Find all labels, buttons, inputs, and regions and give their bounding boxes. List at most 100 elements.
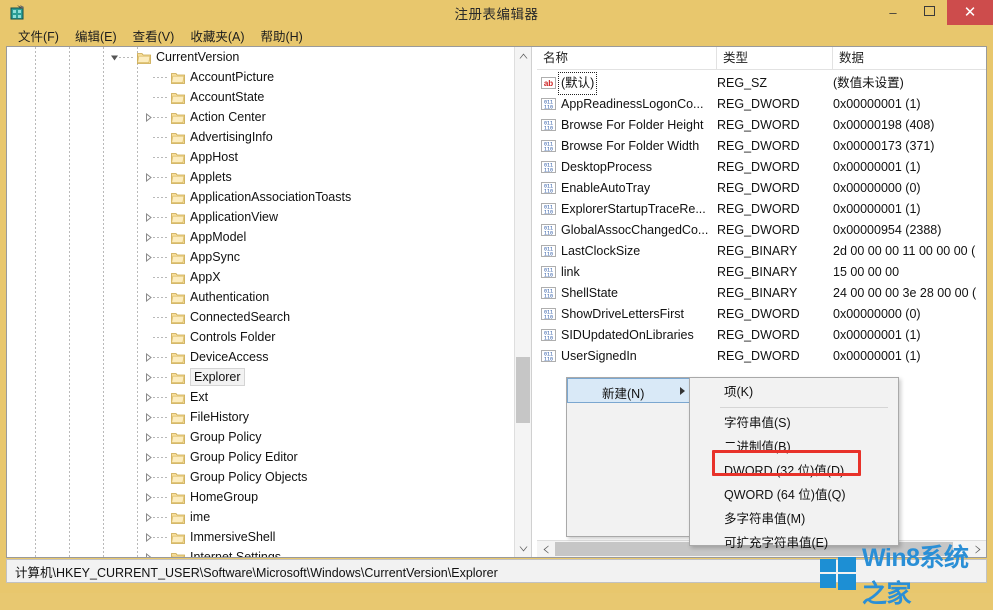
chevron-right-icon[interactable]	[144, 352, 153, 363]
svg-text:110: 110	[544, 147, 553, 153]
chevron-right-icon[interactable]	[144, 412, 153, 423]
chevron-right-icon[interactable]	[144, 172, 153, 183]
tree-item-controls-folder[interactable]: Controls Folder	[7, 327, 514, 347]
table-row[interactable]: 011 110 Browse For Folder Height REG_DWORD 0…	[537, 115, 986, 136]
tree-item-homegroup[interactable]: HomeGroup	[7, 487, 514, 507]
table-row[interactable]: 011 110 EnableAutoTray REG_DWORD 0x00000000 …	[537, 178, 986, 199]
tree-item-applicationassociationtoasts[interactable]: ApplicationAssociationToasts	[7, 187, 514, 207]
chevron-right-icon[interactable]	[144, 252, 153, 263]
menu-file[interactable]: 文件(F)	[10, 24, 67, 47]
table-row[interactable]: 011 110 ShellState REG_BINARY 24 00 00 00 3e…	[537, 283, 986, 304]
tree-item-authentication[interactable]: Authentication	[7, 287, 514, 307]
table-row[interactable]: 011 110 ShowDriveLettersFirst REG_DWORD 0x00…	[537, 304, 986, 325]
site-watermark: Win8系统之家	[820, 544, 988, 608]
menu-view[interactable]: 查看(V)	[125, 24, 183, 47]
tree-item-apphost[interactable]: AppHost	[7, 147, 514, 167]
value-name-cell: Browse For Folder Height	[561, 118, 704, 132]
tree-item-accountstate[interactable]: AccountState	[7, 87, 514, 107]
scroll-up-icon[interactable]	[515, 47, 531, 64]
scroll-down-icon[interactable]	[515, 540, 531, 557]
table-row[interactable]: 011 110 LastClockSize REG_BINARY 2d 00 00 00…	[537, 241, 986, 262]
maximize-button[interactable]	[911, 0, 947, 25]
minimize-button[interactable]: –	[875, 0, 911, 25]
tree-item-appmodel[interactable]: AppModel	[7, 227, 514, 247]
column-header-data[interactable]: 数据	[833, 47, 986, 69]
tree-scrollbar-thumb[interactable]	[516, 357, 530, 423]
chevron-right-icon[interactable]	[144, 512, 153, 523]
svg-text:110: 110	[544, 315, 553, 321]
tree-item-advertisinginfo[interactable]: AdvertisingInfo	[7, 127, 514, 147]
tree-item-immersiveshell[interactable]: ImmersiveShell	[7, 527, 514, 547]
value-type-cell: REG_DWORD	[717, 223, 800, 237]
chevron-right-icon[interactable]	[144, 212, 153, 223]
chevron-right-icon[interactable]	[144, 492, 153, 503]
table-row[interactable]: 011 110 Browse For Folder Width REG_DWORD 0x…	[537, 136, 986, 157]
window-title: 注册表编辑器	[454, 7, 539, 22]
tree-item-accountpicture[interactable]: AccountPicture	[7, 67, 514, 87]
tree-item-internet-settings[interactable]: Internet Settings	[7, 547, 514, 557]
table-row[interactable]: 011 110 ExplorerStartupTraceRe... REG_DWORD…	[537, 199, 986, 220]
table-row[interactable]: 011 110 GlobalAssocChangedCo... REG_DWORD 0x…	[537, 220, 986, 241]
submenu-item-key[interactable]: 项(K)	[691, 380, 898, 404]
context-menu-item-new[interactable]: 新建(N)	[567, 378, 695, 403]
tree-item-applets[interactable]: Applets	[7, 167, 514, 187]
table-row[interactable]: 011 110 AppReadinessLogonCo... REG_DWORD 0x0…	[537, 94, 986, 115]
context-menu[interactable]: 新建(N)	[566, 377, 696, 537]
chevron-right-icon[interactable]	[144, 112, 153, 123]
menu-edit[interactable]: 编辑(E)	[67, 24, 125, 47]
chevron-right-icon[interactable]	[144, 452, 153, 463]
table-row[interactable]: 011 110 DesktopProcess REG_DWORD 0x00000001 …	[537, 157, 986, 178]
tree-item-ime[interactable]: ime	[7, 507, 514, 527]
submenu-arrow-icon	[680, 387, 685, 395]
column-header-name[interactable]: 名称	[537, 47, 717, 69]
table-row[interactable]: ab (默认) REG_SZ (数值未设置)	[537, 72, 986, 95]
chevron-right-icon[interactable]	[144, 472, 153, 483]
tree-item-group-policy-objects[interactable]: Group Policy Objects	[7, 467, 514, 487]
chevron-right-icon[interactable]	[144, 432, 153, 443]
binary-icon: 011 110	[541, 265, 556, 279]
chevron-right-icon[interactable]	[144, 292, 153, 303]
table-row[interactable]: 011 110 UserSignedIn REG_DWORD 0x00000001 (1…	[537, 346, 986, 367]
registry-tree-pane[interactable]: CurrentVersion AccountPicture AccountState…	[7, 47, 531, 557]
tree-item-currentversion[interactable]: CurrentVersion	[7, 47, 514, 67]
table-row[interactable]: 011 110 SIDUpdatedOnLibraries REG_DWORD 0x00…	[537, 325, 986, 346]
tree-vertical-scrollbar[interactable]	[514, 47, 531, 557]
value-data-cell: 0x00000198 (408)	[833, 118, 935, 132]
tree-item-group-policy[interactable]: Group Policy	[7, 427, 514, 447]
tree-item-deviceaccess[interactable]: DeviceAccess	[7, 347, 514, 367]
menu-help[interactable]: 帮助(H)	[252, 24, 310, 47]
tree-item-applicationview[interactable]: ApplicationView	[7, 207, 514, 227]
submenu-item-string-value[interactable]: 字符串值(S)	[691, 411, 898, 435]
list-column-headers: 名称 类型 数据	[537, 47, 986, 70]
column-header-type[interactable]: 类型	[717, 47, 833, 69]
chevron-right-icon[interactable]	[144, 552, 153, 557]
registry-tree[interactable]: CurrentVersion AccountPicture AccountState…	[7, 47, 514, 557]
tree-item-filehistory[interactable]: FileHistory	[7, 407, 514, 427]
tree-item-appsync[interactable]: AppSync	[7, 247, 514, 267]
tree-item-ext[interactable]: Ext	[7, 387, 514, 407]
svg-text:110: 110	[544, 105, 553, 111]
ab-string-icon: ab	[541, 76, 556, 90]
value-data-cell: (数值未设置)	[833, 76, 904, 90]
binary-icon: 011 110	[541, 286, 556, 300]
tree-connector	[153, 277, 167, 278]
chevron-right-icon[interactable]	[144, 232, 153, 243]
folder-icon	[171, 170, 185, 184]
chevron-right-icon[interactable]	[144, 372, 153, 383]
tree-item-explorer[interactable]: Explorer	[7, 367, 514, 387]
tree-item-group-policy-editor[interactable]: Group Policy Editor	[7, 447, 514, 467]
scroll-left-icon[interactable]	[537, 541, 554, 557]
table-row[interactable]: 011 110 link REG_BINARY 15 00 00 00	[537, 262, 986, 283]
chevron-right-icon[interactable]	[144, 392, 153, 403]
chevron-right-icon[interactable]	[144, 532, 153, 543]
tree-item-appx[interactable]: AppX	[7, 267, 514, 287]
svg-text:110: 110	[544, 210, 553, 216]
close-button[interactable]: ✕	[947, 0, 993, 25]
tree-item-connectedsearch[interactable]: ConnectedSearch	[7, 307, 514, 327]
submenu-item-multistring-value[interactable]: 多字符串值(M)	[691, 507, 898, 531]
tree-item-action-center[interactable]: Action Center	[7, 107, 514, 127]
chevron-down-icon[interactable]	[110, 53, 119, 62]
submenu-item-qword-value[interactable]: QWORD (64 位)值(Q)	[691, 483, 898, 507]
value-type-cell: REG_BINARY	[717, 244, 798, 258]
menu-favorites[interactable]: 收藏夹(A)	[182, 24, 252, 47]
